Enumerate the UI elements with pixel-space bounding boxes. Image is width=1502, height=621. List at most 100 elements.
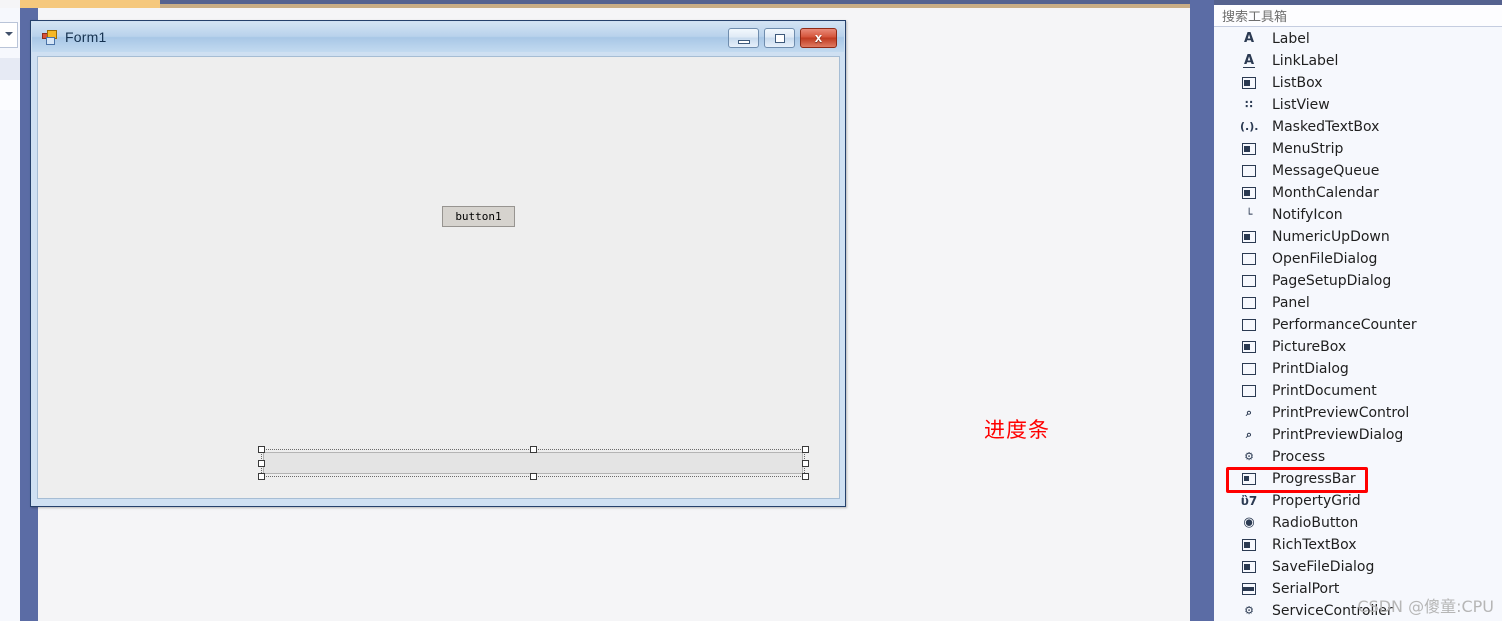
resize-handle-sw[interactable]	[258, 473, 265, 480]
toolbox-item-label: PictureBox	[1272, 339, 1347, 355]
left-panel-band-lower	[0, 80, 20, 110]
minimize-button[interactable]	[728, 28, 759, 48]
toolbox-item-savefiledialog[interactable]: SaveFileDialog	[1214, 556, 1502, 578]
listview-icon: ∷	[1245, 98, 1253, 111]
toolbox-item-richtextbox[interactable]: RichTextBox	[1214, 534, 1502, 556]
toolbox-item-progressbar[interactable]: ProgressBar	[1214, 468, 1502, 490]
toolbox-item-process[interactable]: ⚙ Process	[1214, 446, 1502, 468]
toolbox-item-label: PageSetupDialog	[1272, 273, 1392, 289]
resize-handle-se[interactable]	[802, 473, 809, 480]
toolbox-item-label: PropertyGrid	[1272, 493, 1361, 509]
numericupdown-icon	[1240, 229, 1258, 245]
servicecontroller-icon: ⚙	[1244, 604, 1254, 617]
maskedtextbox-icon: (.).	[1240, 120, 1259, 133]
toolbox-panel: 搜索工具箱 A Label A LinkLabel ListBox ∷ ListView (.…	[1190, 0, 1502, 621]
toolbox-search-box[interactable]: 搜索工具箱	[1214, 5, 1502, 27]
notifyicon-icon: └	[1245, 208, 1253, 221]
toolbox-item-label[interactable]: A Label	[1214, 28, 1502, 50]
linklabel-icon: A	[1243, 53, 1255, 68]
label-icon: A	[1243, 31, 1255, 46]
toolbox-item-picturebox[interactable]: PictureBox	[1214, 336, 1502, 358]
close-icon: x	[814, 30, 823, 45]
toolbox-item-printdocument[interactable]: PrintDocument	[1214, 380, 1502, 402]
toolbox-item-label: Panel	[1272, 295, 1310, 311]
toolbox-item-label: MonthCalendar	[1272, 185, 1379, 201]
left-dropdown-partial[interactable]	[0, 22, 18, 48]
toolbox-item-monthcalendar[interactable]: MonthCalendar	[1214, 182, 1502, 204]
active-document-tab-edge[interactable]	[20, 0, 160, 8]
toolbox-item-messagequeue[interactable]: MessageQueue	[1214, 160, 1502, 182]
picturebox-icon	[1240, 339, 1258, 355]
propertygrid-icon: ὒ7	[1240, 494, 1258, 508]
toolbox-item-menustrip[interactable]: MenuStrip	[1214, 138, 1502, 160]
monthcalendar-icon	[1240, 185, 1258, 201]
listbox-icon	[1240, 75, 1258, 91]
toolbox-item-linklabel[interactable]: A LinkLabel	[1214, 50, 1502, 72]
search-placeholder: 搜索工具箱	[1222, 10, 1288, 25]
windows-form-icon	[42, 29, 57, 45]
toolbox-item-printpreviewcontrol[interactable]: ⌕ PrintPreviewControl	[1214, 402, 1502, 424]
toolbox-item-maskedtextbox[interactable]: (.). MaskedTextBox	[1214, 116, 1502, 138]
toolbox-item-label: NotifyIcon	[1272, 207, 1343, 223]
resize-handle-ne[interactable]	[802, 446, 809, 453]
toolbox-item-radiobutton[interactable]: ◉ RadioButton	[1214, 512, 1502, 534]
annotation-progressbar-label: 进度条	[984, 418, 1050, 442]
serialport-icon	[1240, 581, 1258, 597]
toolbox-item-label: NumericUpDown	[1272, 229, 1390, 245]
close-button[interactable]: x	[800, 28, 837, 48]
toolbox-item-notifyicon[interactable]: └ NotifyIcon	[1214, 204, 1502, 226]
toolbox-item-numericupdown[interactable]: NumericUpDown	[1214, 226, 1502, 248]
screen-root: Form1 x button1 进度条 搜索工具箱 A Label A Link…	[0, 0, 1502, 621]
toolbox-item-list[interactable]: A Label A LinkLabel ListBox ∷ ListView (.). Mask…	[1214, 28, 1502, 621]
toolbox-item-label: PrintDocument	[1272, 383, 1377, 399]
csdn-watermark: CSDN @傻童:CPU	[1357, 597, 1494, 616]
chevron-down-icon	[5, 32, 13, 36]
resize-handle-w[interactable]	[258, 460, 265, 467]
resize-handle-s[interactable]	[530, 473, 537, 480]
toolbox-item-openfiledialog[interactable]: OpenFileDialog	[1214, 248, 1502, 270]
form-designer-window[interactable]: Form1 x button1	[30, 20, 846, 507]
toolbox-item-label: PrintPreviewControl	[1272, 405, 1410, 421]
panel-icon	[1240, 295, 1258, 311]
form-control-button1[interactable]: button1	[442, 206, 515, 227]
toolbox-item-label: RadioButton	[1272, 515, 1359, 531]
toolbox-item-label: MaskedTextBox	[1272, 119, 1380, 135]
toolbox-item-propertygrid[interactable]: ὒ7 PropertyGrid	[1214, 490, 1502, 512]
toolbox-item-label: PerformanceCounter	[1272, 317, 1417, 333]
toolbox-item-label: MenuStrip	[1272, 141, 1344, 157]
form-titlebar[interactable]: Form1 x	[32, 22, 844, 52]
form-control-progressbar1[interactable]	[257, 445, 809, 481]
openfiledialog-icon	[1240, 251, 1258, 267]
toolbox-item-label: SerialPort	[1272, 581, 1340, 597]
toolbox-item-printdialog[interactable]: PrintDialog	[1214, 358, 1502, 380]
richtextbox-icon	[1240, 537, 1258, 553]
toolbox-item-label: ListBox	[1272, 75, 1323, 91]
radiobutton-icon: ◉	[1243, 515, 1255, 530]
toolbox-dock-rail	[1190, 0, 1214, 621]
progressbar-body[interactable]	[263, 452, 803, 474]
printdocument-icon	[1240, 383, 1258, 399]
performancecounter-icon	[1240, 317, 1258, 333]
savefiledialog-icon	[1240, 559, 1258, 575]
toolbox-item-listview[interactable]: ∷ ListView	[1214, 94, 1502, 116]
toolbox-item-panel[interactable]: Panel	[1214, 292, 1502, 314]
toolbox-item-label: ListView	[1272, 97, 1330, 113]
progressbar-icon	[1240, 471, 1258, 487]
toolbox-item-label: RichTextBox	[1272, 537, 1357, 553]
toolbox-item-printpreviewdialog[interactable]: ⌕ PrintPreviewDialog	[1214, 424, 1502, 446]
toolbox-item-label: PrintPreviewDialog	[1272, 427, 1404, 443]
toolbox-item-label: Process	[1272, 449, 1326, 465]
resize-handle-nw[interactable]	[258, 446, 265, 453]
window-controls: x	[728, 28, 837, 48]
toolbox-item-pagesetupdialog[interactable]: PageSetupDialog	[1214, 270, 1502, 292]
toolbox-item-label: OpenFileDialog	[1272, 251, 1378, 267]
resize-handle-n[interactable]	[530, 446, 537, 453]
maximize-button[interactable]	[764, 28, 795, 48]
maximize-icon	[775, 34, 785, 43]
toolbox-item-performancecounter[interactable]: PerformanceCounter	[1214, 314, 1502, 336]
tabstrip-edge-lower	[160, 4, 1190, 8]
form-client-area[interactable]: button1	[37, 56, 840, 499]
resize-handle-e[interactable]	[802, 460, 809, 467]
toolbox-item-label: ProgressBar	[1272, 471, 1356, 487]
toolbox-item-listbox[interactable]: ListBox	[1214, 72, 1502, 94]
